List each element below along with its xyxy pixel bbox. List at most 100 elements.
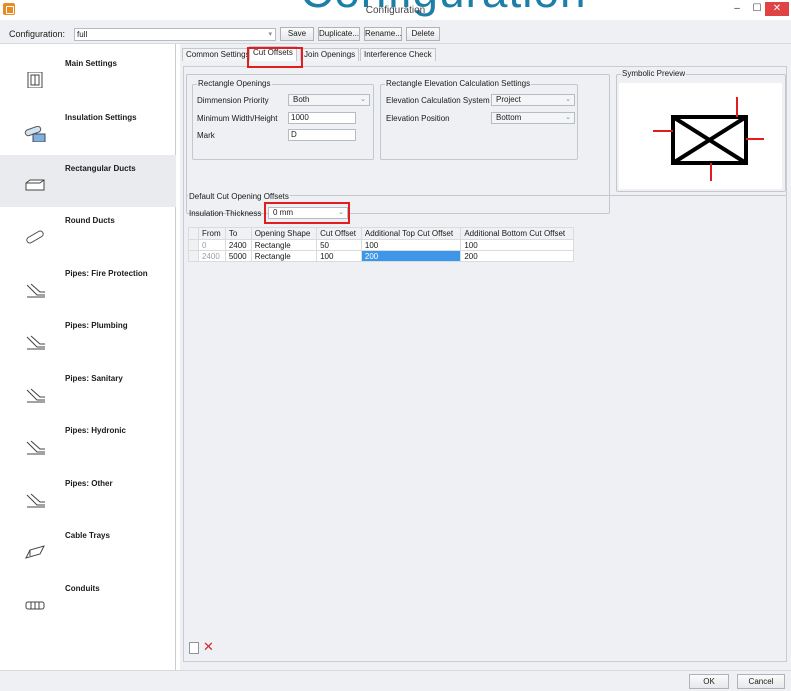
mark-field[interactable]: D	[288, 129, 356, 141]
column-header[interactable]: Additional Bottom Cut Offset	[460, 227, 574, 240]
sidebar-item-label: Main Settings	[65, 59, 118, 68]
ok-button[interactable]: OK	[689, 674, 729, 689]
sidebar-item-label: Pipes: Hydronic	[65, 426, 126, 435]
cable-tray-icon	[25, 545, 45, 559]
sidebar-item-label: Rectangular Ducts	[65, 164, 136, 173]
duplicate-button[interactable]: Duplicate...	[318, 27, 360, 41]
dimension-priority-value: Both	[293, 95, 310, 104]
sidebar-item-main-settings[interactable]: Main Settings	[0, 50, 176, 102]
main-settings-icon	[27, 72, 43, 88]
sidebar-item-label: Pipes: Other	[65, 479, 113, 488]
table-row[interactable]: 2400 5000 Rectangle 100 200 200	[188, 250, 574, 262]
sidebar-item-pipes-sanitary[interactable]: Pipes: Sanitary	[0, 365, 176, 417]
column-header[interactable]: Opening Shape	[250, 227, 318, 240]
column-header[interactable]: From	[198, 227, 226, 240]
chevron-down-icon: ⌄	[565, 96, 571, 103]
elevation-system-value: Project	[496, 95, 521, 104]
min-width-height-label: Minimum Width/Height	[197, 114, 278, 123]
sidebar-item-pipes-fire-protection[interactable]: Pipes: Fire Protection	[0, 260, 176, 312]
minimize-button[interactable]: ‒	[727, 2, 747, 16]
table-cell-selected[interactable]: 200	[360, 250, 462, 262]
configuration-toolbar: Configuration: full ▾ Save Duplicate... …	[0, 20, 791, 44]
pipe-icon	[26, 335, 45, 350]
table-cell[interactable]: Rectangle	[250, 250, 318, 262]
table-cell[interactable]: 100	[460, 239, 574, 251]
rectangular-duct-icon	[25, 179, 45, 191]
opening-symbol-icon	[653, 97, 764, 181]
row-header[interactable]	[188, 239, 199, 251]
rename-button[interactable]: Rename...	[364, 27, 402, 41]
chevron-down-icon: ⌄	[338, 209, 344, 216]
sidebar-item-pipes-hydronic[interactable]: Pipes: Hydronic	[0, 417, 176, 469]
column-header[interactable]: Additional Top Cut Offset	[360, 227, 462, 240]
chevron-down-icon: ▾	[268, 31, 272, 38]
category-sidebar: Main Settings Insulation Settings Rectan…	[0, 44, 176, 670]
close-button[interactable]: ✕	[765, 2, 789, 16]
tab-common-settings[interactable]: Common Settings	[182, 48, 254, 61]
sidebar-item-label: Conduits	[65, 584, 100, 593]
column-header[interactable]: To	[224, 227, 252, 240]
sidebar-item-conduits[interactable]: Conduits	[0, 575, 176, 627]
symbolic-preview-legend: Symbolic Preview	[621, 69, 687, 78]
min-width-height-field[interactable]: 1000	[288, 112, 356, 124]
delete-row-icon[interactable]: ✕	[203, 640, 215, 654]
cut-offsets-legend: Default Cut Opening Offsets	[188, 192, 290, 201]
dialog-footer: OK Cancel	[0, 670, 791, 691]
dimension-priority-select[interactable]: Both ⌄	[288, 94, 370, 106]
sidebar-item-pipes-other[interactable]: Pipes: Other	[0, 470, 176, 522]
sidebar-item-label: Pipes: Plumbing	[65, 321, 128, 330]
round-duct-icon	[26, 230, 44, 244]
table-cell[interactable]: 200	[460, 250, 574, 262]
maximize-button[interactable]: ☐	[747, 2, 767, 16]
table-cell[interactable]: 0	[198, 239, 226, 251]
sidebar-item-label: Pipes: Sanitary	[65, 374, 123, 383]
configuration-label: Configuration:	[9, 29, 66, 39]
sidebar-item-pipes-plumbing[interactable]: Pipes: Plumbing	[0, 312, 176, 364]
sidebar-item-label: Insulation Settings	[65, 113, 137, 122]
elevation-position-select[interactable]: Bottom ⌄	[491, 112, 575, 124]
elevation-position-label: Elevation Position	[386, 114, 450, 123]
sidebar-item-cable-trays[interactable]: Cable Trays	[0, 522, 176, 574]
tab-join-openings[interactable]: Join Openings	[300, 48, 360, 61]
elevation-system-select[interactable]: Project ⌄	[491, 94, 575, 106]
conduit-icon	[25, 601, 45, 610]
delete-button[interactable]: Delete	[406, 27, 440, 41]
table-cell[interactable]: 100	[360, 239, 462, 251]
insulation-thickness-value: 0 mm	[273, 208, 293, 217]
elevation-position-value: Bottom	[496, 113, 522, 122]
insulation-icon	[24, 126, 46, 142]
table-corner	[188, 227, 199, 240]
chevron-down-icon: ⌄	[565, 114, 571, 121]
table-header-row: From To Opening Shape Cut Offset Additio…	[188, 227, 574, 240]
sidebar-item-label: Cable Trays	[65, 531, 110, 540]
table-cell[interactable]: Rectangle	[250, 239, 318, 251]
insulation-thickness-select[interactable]: 0 mm ⌄	[268, 207, 348, 219]
rectangle-openings-legend: Rectangle Openings	[197, 79, 272, 88]
table-cell[interactable]: 2400	[198, 250, 226, 262]
pipe-icon	[26, 493, 45, 508]
configuration-select[interactable]: full ▾	[74, 28, 276, 41]
cancel-button[interactable]: Cancel	[737, 674, 785, 689]
row-header[interactable]	[188, 250, 199, 262]
table-cell[interactable]: 2400	[224, 239, 252, 251]
save-button[interactable]: Save	[280, 27, 314, 41]
sidebar-item-insulation-settings[interactable]: Insulation Settings	[0, 104, 176, 156]
mark-label: Mark	[197, 131, 215, 140]
sidebar-item-round-ducts[interactable]: Round Ducts	[0, 207, 176, 259]
column-header[interactable]: Cut Offset	[316, 227, 362, 240]
pipe-icon	[26, 283, 45, 298]
tab-interference-check[interactable]: Interference Check	[360, 48, 436, 61]
table-cell[interactable]: 50	[316, 239, 362, 251]
insulation-thickness-label: Insulation Thickness	[189, 209, 262, 218]
table-cell[interactable]: 5000	[224, 250, 252, 262]
table-row[interactable]: 0 2400 Rectangle 50 100 100	[188, 239, 574, 251]
pipe-icon	[26, 440, 45, 455]
chevron-down-icon: ⌄	[360, 96, 366, 103]
table-cell[interactable]: 100	[316, 250, 362, 262]
tab-cut-offsets[interactable]: Cut Offsets	[249, 46, 297, 61]
symbolic-preview-canvas	[619, 83, 782, 189]
window-title: Configuration	[365, 5, 426, 16]
sidebar-item-rectangular-ducts[interactable]: Rectangular Ducts	[0, 155, 176, 207]
new-row-icon[interactable]	[189, 642, 199, 654]
cut-offsets-table: From To Opening Shape Cut Offset Additio…	[188, 227, 574, 262]
